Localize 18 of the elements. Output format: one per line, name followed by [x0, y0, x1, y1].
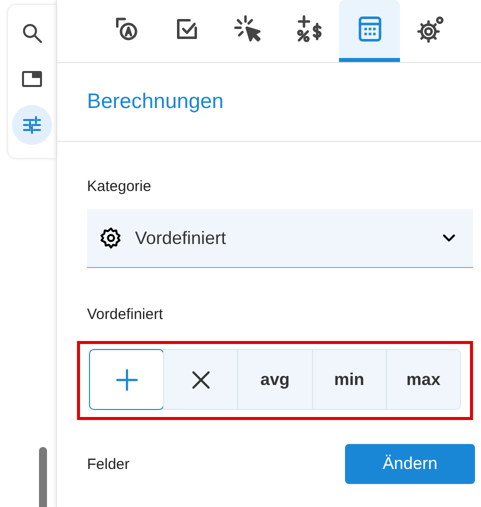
- change-button[interactable]: Ändern: [345, 444, 475, 484]
- field-label: Vordefiniert: [87, 306, 164, 323]
- field-label: Felder: [87, 456, 130, 472]
- plus-icon: [114, 366, 140, 392]
- segment-button[interactable]: min: [312, 350, 386, 409]
- search-icon: [20, 21, 44, 45]
- segment-button[interactable]: max: [386, 350, 460, 409]
- sliders-icon: [20, 113, 44, 137]
- segment-button[interactable]: avg: [237, 350, 312, 409]
- category-select[interactable]: Vordefiniert: [87, 209, 473, 268]
- chevron-down-icon: [443, 234, 455, 242]
- scrollbar-thumb[interactable]: [39, 447, 47, 507]
- gears-icon: [416, 14, 446, 44]
- gear-icon: [99, 226, 123, 250]
- segment-button[interactable]: [89, 349, 164, 410]
- panel-title: Berechnungen: [86, 89, 225, 114]
- click-icon: [232, 14, 262, 44]
- field-label: Kategorie: [87, 178, 152, 195]
